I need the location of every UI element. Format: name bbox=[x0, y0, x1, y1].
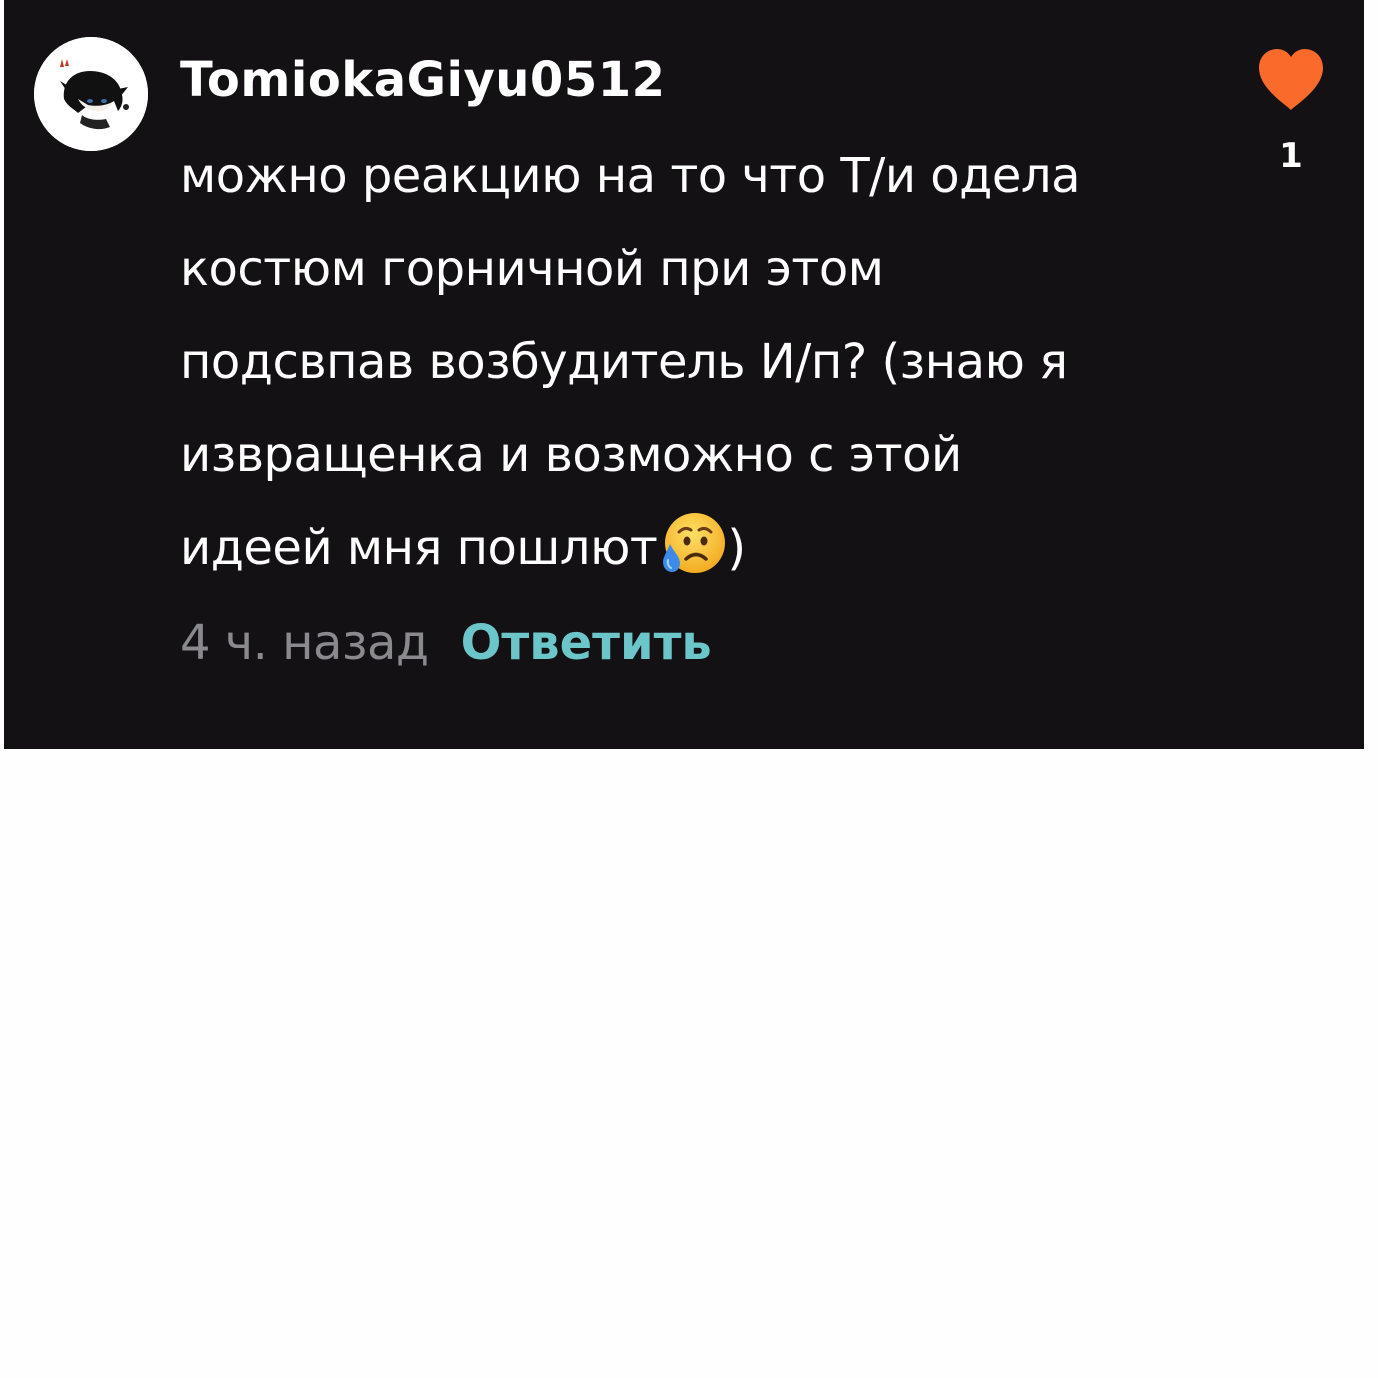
timestamp: 4 ч. назад bbox=[180, 615, 429, 671]
like-count: 1 bbox=[1279, 136, 1303, 176]
comment-card: TomiokaGiyu0512 можно реакцию на то что … bbox=[4, 0, 1364, 749]
comment-text: можно реакцию на то что Т/и одела костюм… bbox=[180, 130, 1190, 595]
avatar-image bbox=[34, 37, 148, 151]
comment-text-line: подсвпав возбудитель И/п? (знаю я bbox=[180, 334, 1068, 390]
sad-but-relieved-face-icon bbox=[663, 513, 726, 573]
like-area: 1 bbox=[1254, 46, 1328, 186]
avatar[interactable] bbox=[34, 37, 148, 151]
comment-text-line-last: идеей мня пошлют ) bbox=[180, 502, 1190, 595]
comment-text-tail: ) bbox=[727, 520, 746, 576]
comment-text-line: можно реакцию на то что Т/и одела bbox=[180, 148, 1080, 204]
comment-text-line: извращенка и возможно с этой bbox=[180, 427, 962, 483]
comment-meta-row: 4 ч. назад Ответить bbox=[180, 612, 712, 674]
heart-icon[interactable] bbox=[1255, 46, 1327, 112]
username[interactable]: TomiokaGiyu0512 bbox=[180, 52, 666, 108]
reply-button[interactable]: Ответить bbox=[461, 615, 712, 671]
comment-text-line: идеей мня пошлют bbox=[180, 520, 658, 576]
comment-text-line: костюм горничной при этом bbox=[180, 241, 884, 297]
